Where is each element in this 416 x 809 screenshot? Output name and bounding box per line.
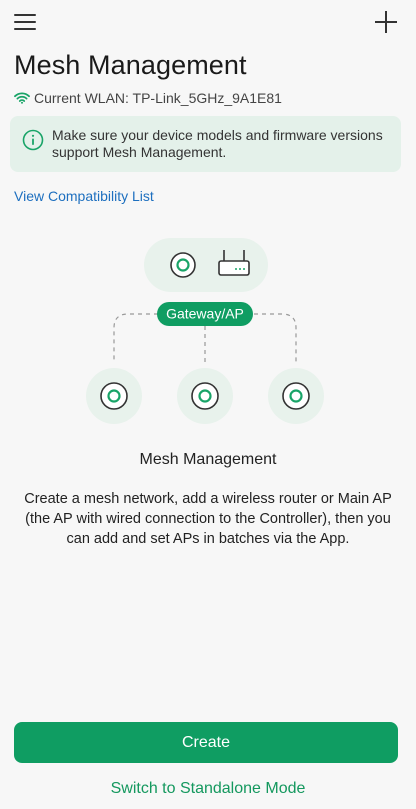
view-compatibility-link[interactable]: View Compatibility List [14, 188, 154, 204]
compatibility-notice: Make sure your device models and firmwar… [10, 116, 401, 172]
top-bar [0, 0, 416, 46]
child-ap-icon-right [268, 368, 324, 424]
gateway-label: Gateway/AP [166, 306, 244, 322]
page-title: Mesh Management [14, 50, 247, 80]
child-ap-icon-left [86, 368, 142, 424]
illustration-description: Create a mesh network, add a wireless ro… [24, 491, 392, 547]
wlan-label: Current WLAN: TP-Link_5GHz_9A1E81 [34, 90, 282, 106]
hamburger-menu-icon[interactable] [14, 12, 38, 32]
switch-standalone-link[interactable]: Switch to Standalone Mode [0, 780, 416, 798]
notice-text: Make sure your device models and firmwar… [52, 127, 383, 160]
illustration-title: Mesh Management [139, 451, 277, 468]
current-wlan: Current WLAN: TP-Link_5GHz_9A1E81 [14, 90, 282, 106]
info-circle-icon [22, 129, 44, 151]
ap-device-icon [170, 252, 196, 278]
child-ap-icon-center [177, 368, 233, 424]
plus-icon[interactable] [374, 10, 398, 34]
mesh-diagram: Gateway/AP [0, 230, 416, 430]
wifi-icon [14, 92, 30, 104]
create-button[interactable]: Create [14, 722, 398, 763]
